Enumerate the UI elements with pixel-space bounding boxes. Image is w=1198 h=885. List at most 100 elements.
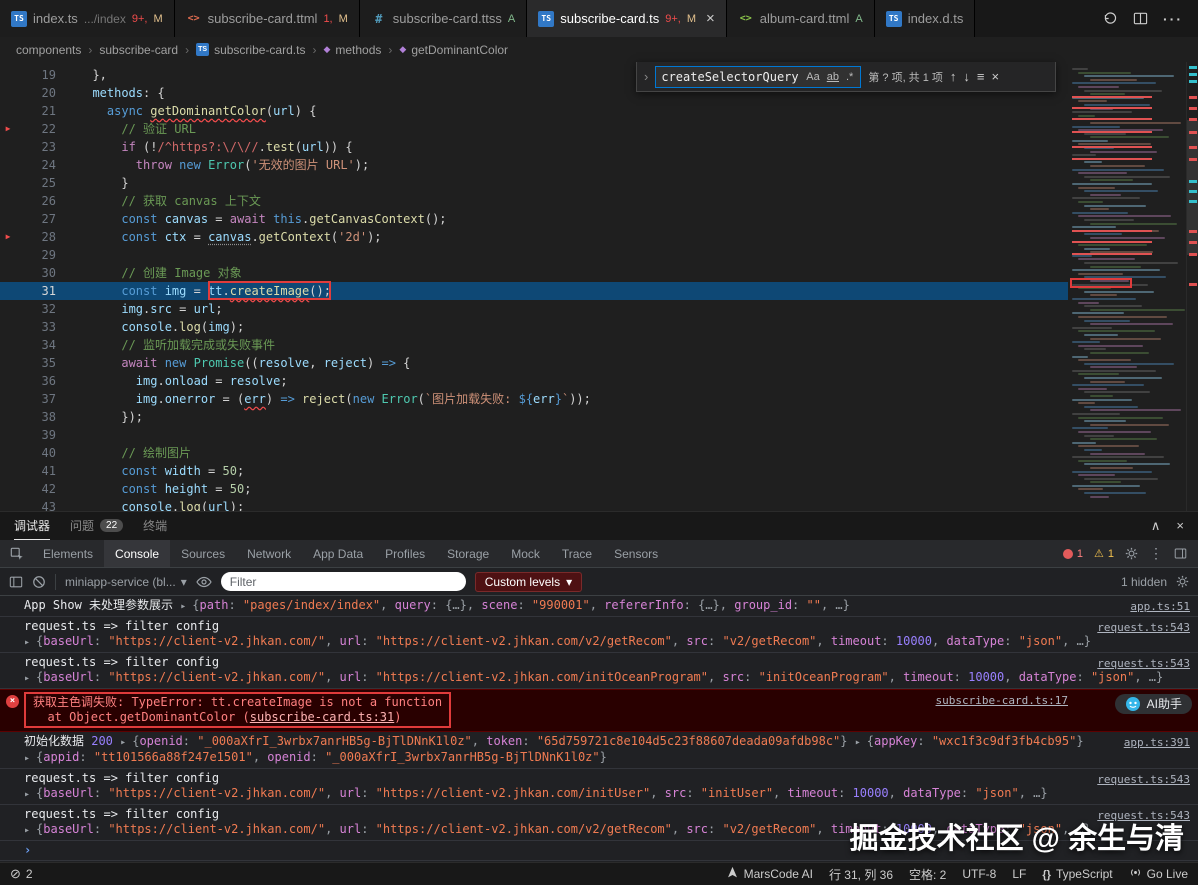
line-number[interactable]: 26: [16, 192, 56, 210]
code-line[interactable]: 43console.log(url);: [0, 498, 1068, 511]
code-line[interactable]: 36img.onload = resolve;: [0, 372, 1068, 390]
code-line[interactable]: 26// 获取 canvas 上下文: [0, 192, 1068, 210]
inspect-element-icon[interactable]: [2, 547, 32, 561]
breadcrumb-item[interactable]: subscribe-card: [99, 43, 178, 57]
code-line[interactable]: 40 // 绘制图片: [0, 444, 1068, 462]
source-link[interactable]: app.ts:51: [1130, 599, 1190, 614]
line-number[interactable]: 42: [16, 480, 56, 498]
clear-console-icon[interactable]: [32, 575, 46, 589]
source-link[interactable]: subscribe-card.ts:17: [936, 693, 1068, 708]
line-number[interactable]: 33: [16, 318, 56, 336]
code-line[interactable]: 30// 创建 Image 对象: [0, 264, 1068, 282]
code-content[interactable]: // 绘制图片: [78, 444, 1068, 462]
code-line[interactable]: 31const img = tt.createImage();: [0, 282, 1068, 300]
tab-close-icon[interactable]: ×: [706, 11, 715, 26]
dock-side-icon[interactable]: [1174, 547, 1187, 560]
code-content[interactable]: const height = 50;: [78, 480, 1068, 498]
code-content[interactable]: const ctx = canvas.getContext('2d');: [78, 228, 1068, 246]
code-line[interactable]: 25}: [0, 174, 1068, 192]
code-content[interactable]: await new Promise((resolve, reject) => {: [78, 354, 1068, 372]
tab-subscribe-card.ttml[interactable]: <>subscribe-card.ttml1,M: [175, 0, 360, 37]
devtools-tab-trace[interactable]: Trace: [551, 540, 603, 567]
code-line[interactable]: 32 img.src = url;: [0, 300, 1068, 318]
scrollbar-thumb[interactable]: [1187, 120, 1198, 255]
devtools-tab-storage[interactable]: Storage: [436, 540, 500, 567]
line-number[interactable]: 40: [16, 444, 56, 462]
more-icon[interactable]: ···: [1163, 11, 1183, 27]
line-number[interactable]: 38: [16, 408, 56, 426]
code-content[interactable]: const width = 50;: [78, 462, 1068, 480]
ai-assistant-button[interactable]: AI助手: [1115, 694, 1192, 714]
breadcrumb-item[interactable]: ◆methods: [323, 43, 381, 57]
code-content[interactable]: }: [78, 174, 1068, 192]
source-link[interactable]: app.ts:391: [1124, 735, 1190, 750]
breadcrumb-item[interactable]: ◆getDominantColor: [399, 43, 508, 57]
toggle-replace-icon[interactable]: ›: [644, 69, 648, 84]
stack-frame-link[interactable]: subscribe-card.ts:31: [250, 710, 395, 724]
line-number[interactable]: 32: [16, 300, 56, 318]
code-line[interactable]: ▶28const ctx = canvas.getContext('2d');: [0, 228, 1068, 246]
line-number[interactable]: 23: [16, 138, 56, 156]
code-line[interactable]: 33console.log(img);: [0, 318, 1068, 336]
find-input[interactable]: createSelectorQuery Aa ab .*: [655, 66, 861, 88]
history-icon[interactable]: [1103, 11, 1118, 26]
filter-input[interactable]: [230, 575, 457, 589]
line-number[interactable]: 21: [16, 102, 56, 120]
code-line[interactable]: 39: [0, 426, 1068, 444]
devtools-tab-elements[interactable]: Elements: [32, 540, 104, 567]
devtools-tab-sensors[interactable]: Sensors: [603, 540, 669, 567]
devtools-tab-network[interactable]: Network: [236, 540, 302, 567]
line-number[interactable]: 39: [16, 426, 56, 444]
console-sidebar-icon[interactable]: [9, 575, 23, 589]
line-number[interactable]: 25: [16, 174, 56, 192]
tab-subscribe-card.ttss[interactable]: #subscribe-card.ttssA: [360, 0, 527, 37]
panel-tab-终端[interactable]: 终端: [143, 512, 167, 540]
find-previous-icon[interactable]: ↑: [950, 69, 957, 84]
close-find-icon[interactable]: ×: [992, 69, 1000, 84]
line-number[interactable]: 20: [16, 84, 56, 102]
find-query[interactable]: createSelectorQuery: [661, 70, 801, 84]
source-link[interactable]: request.ts:543: [1097, 620, 1190, 635]
code-line[interactable]: 38});: [0, 408, 1068, 426]
status-item-go-live[interactable]: Go Live: [1129, 866, 1188, 882]
code-content[interactable]: [78, 426, 1068, 444]
expand-triangle-icon[interactable]: ▸: [120, 737, 132, 748]
expand-triangle-icon[interactable]: ▸: [855, 737, 867, 748]
code-line[interactable]: 35 await new Promise((resolve, reject) =>…: [0, 354, 1068, 372]
devtools-settings-icon[interactable]: [1125, 547, 1138, 560]
chevron-up-icon[interactable]: ∧: [1151, 518, 1161, 534]
breadcrumb-item[interactable]: components: [16, 43, 81, 57]
expand-triangle-icon[interactable]: ▸: [180, 601, 192, 612]
code-line[interactable]: 41 const width = 50;: [0, 462, 1068, 480]
line-number[interactable]: 43: [16, 498, 56, 511]
code-content[interactable]: img.src = url;: [78, 300, 1068, 318]
tab-subscribe-card.ts[interactable]: TSsubscribe-card.ts9+,M×: [527, 0, 727, 37]
line-number[interactable]: 29: [16, 246, 56, 264]
log-levels-dropdown[interactable]: Custom levels▾: [475, 572, 582, 592]
error-count-badge[interactable]: 1: [1063, 548, 1083, 560]
status-item-2[interactable]: ⊘2: [10, 866, 33, 882]
expand-triangle-icon[interactable]: ▸: [24, 637, 36, 648]
panel-tab-问题[interactable]: 问题22: [70, 512, 123, 540]
tab-index.d.ts[interactable]: TSindex.d.ts: [875, 0, 976, 37]
expand-triangle-icon[interactable]: ▸: [24, 789, 36, 800]
devtools-tab-sources[interactable]: Sources: [170, 540, 236, 567]
match-case-toggle[interactable]: Aa: [804, 71, 821, 83]
line-number[interactable]: 41: [16, 462, 56, 480]
status-item-行-31-列-36[interactable]: 行 31, 列 36: [829, 866, 893, 883]
code-content[interactable]: img.onload = resolve;: [78, 372, 1068, 390]
regex-toggle[interactable]: .*: [844, 71, 855, 83]
code-content[interactable]: throw new Error('无效的图片 URL');: [78, 156, 1068, 174]
code-content[interactable]: const img = tt.createImage();: [78, 282, 1068, 300]
context-selector[interactable]: miniapp-service (bl...▾: [65, 575, 187, 589]
console-filter[interactable]: [221, 572, 466, 591]
whole-word-toggle[interactable]: ab: [825, 71, 841, 83]
code-content[interactable]: });: [78, 408, 1068, 426]
status-item-空格-2[interactable]: 空格: 2: [909, 866, 946, 883]
line-number[interactable]: 35: [16, 354, 56, 372]
line-number[interactable]: 22: [16, 120, 56, 138]
line-number[interactable]: 24: [16, 156, 56, 174]
code-line[interactable]: 24 throw new Error('无效的图片 URL');: [0, 156, 1068, 174]
devtools-tab-profiles[interactable]: Profiles: [374, 540, 436, 567]
find-in-selection-icon[interactable]: ≡: [977, 69, 985, 84]
